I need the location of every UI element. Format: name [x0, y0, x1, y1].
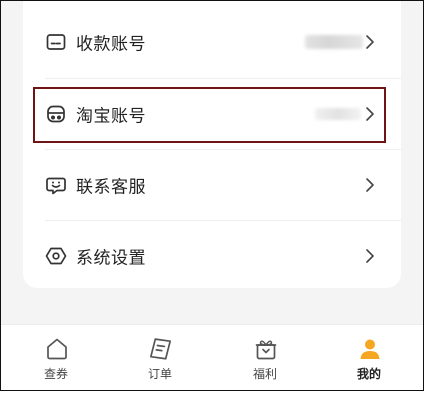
profile-icon — [360, 339, 380, 359]
taobao-icon — [47, 105, 65, 123]
home-icon — [47, 338, 67, 360]
menu-item-label: 收款账号 — [76, 34, 146, 55]
gift-icon — [255, 340, 277, 360]
account-value-blurred — [305, 35, 363, 49]
tab-mine[interactable]: 我的 — [339, 325, 399, 390]
tab-label: 订单 — [147, 367, 172, 381]
menu-item-system-settings[interactable]: 系统设置 — [23, 221, 401, 291]
bottom-tab-bar: 查券 订单 福利 我的 — [1, 324, 423, 390]
app-frame: 收款账号 淘宝账号 联系客服 系统设置 查券 订单 福利 我的 — [0, 0, 424, 391]
tab-label: 福利 — [252, 367, 277, 381]
chevron-right-icon — [366, 35, 374, 49]
tab-orders[interactable]: 订单 — [130, 325, 190, 390]
menu-item-customer-service[interactable]: 联系客服 — [23, 150, 401, 220]
chat-support-icon — [46, 177, 66, 195]
settings-hexagon-icon — [45, 247, 67, 265]
tab-label: 查券 — [43, 367, 68, 381]
chevron-right-icon — [366, 249, 374, 263]
menu-item-taobao-account[interactable]: 淘宝账号 — [23, 79, 401, 149]
tab-benefits[interactable]: 福利 — [235, 325, 295, 390]
payment-card-icon — [46, 34, 66, 50]
menu-item-label: 系统设置 — [76, 248, 146, 269]
tab-label: 我的 — [356, 367, 381, 381]
account-value-blurred — [315, 108, 361, 120]
tab-coupons[interactable]: 查券 — [26, 325, 86, 390]
menu-item-label: 联系客服 — [76, 177, 146, 198]
chevron-right-icon — [366, 107, 374, 121]
menu-item-payment-account[interactable]: 收款账号 — [23, 7, 401, 77]
chevron-right-icon — [366, 178, 374, 192]
menu-item-label: 淘宝账号 — [76, 106, 146, 127]
order-icon — [149, 338, 172, 360]
menu-card: 收款账号 淘宝账号 联系客服 系统设置 — [23, 1, 401, 288]
